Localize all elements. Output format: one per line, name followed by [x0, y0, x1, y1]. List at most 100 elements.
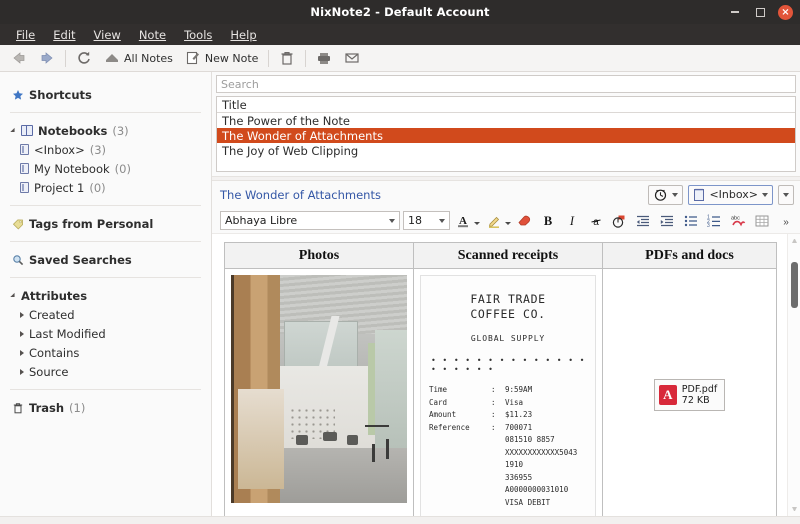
sidebar-item-contains[interactable]: Contains — [0, 343, 211, 362]
note-content-area[interactable]: Photos Scanned receipts PDFs and docs FA… — [212, 234, 800, 516]
insert-table-button[interactable] — [752, 210, 773, 231]
chevron-down-icon[interactable] — [10, 292, 17, 299]
spellcheck-button[interactable]: abc — [728, 210, 749, 231]
sidebar-item-attributes-label: Attributes — [21, 288, 88, 303]
sidebar-item-last-modified[interactable]: Last Modified — [0, 324, 211, 343]
receipt-reference-line-6: VISA DEBIT — [505, 497, 551, 507]
font-color-dropdown[interactable] — [474, 221, 481, 225]
receipt-merchant-line-1: FAIR TRADE — [470, 292, 546, 306]
menu-tools-label: Tools — [184, 27, 213, 42]
italic-button[interactable]: I — [562, 210, 583, 231]
indent-increase-button[interactable] — [657, 210, 678, 231]
notebook-selector-value: <Inbox> — [709, 188, 758, 201]
new-note-button[interactable]: New Note — [180, 47, 264, 70]
chevron-right-icon[interactable] — [20, 349, 24, 356]
overflow-icon: » — [783, 217, 789, 228]
font-family-select[interactable]: Abhaya Libre — [220, 211, 400, 230]
note-vertical-scrollbar[interactable] — [787, 234, 800, 516]
pdf-attachment[interactable]: A PDF.pdf 72 KB — [653, 379, 726, 411]
email-button[interactable] — [339, 47, 365, 70]
reminder-dropdown[interactable] — [648, 184, 684, 205]
scroll-up-arrow-icon[interactable] — [792, 238, 797, 243]
toolbar-overflow-button[interactable]: » — [775, 210, 796, 231]
sidebar-item-source[interactable]: Source — [0, 362, 211, 381]
sidebar-item-created[interactable]: Created — [0, 305, 211, 324]
sidebar-item-shortcuts[interactable]: Shortcuts — [0, 85, 211, 104]
sidebar-item-project-1[interactable]: Project 1 (0) — [0, 178, 211, 197]
note-more-options-button[interactable] — [778, 184, 794, 205]
menu-help[interactable]: Help — [222, 26, 264, 44]
sidebar-item-attributes[interactable]: Attributes — [0, 286, 211, 305]
sidebar-item-inbox[interactable]: <Inbox> (3) — [0, 140, 211, 159]
sidebar-item-trash[interactable]: Trash (1) — [0, 398, 211, 417]
sync-button[interactable] — [71, 47, 97, 70]
forward-button[interactable] — [34, 47, 60, 70]
sidebar-item-notebooks[interactable]: Notebooks (3) — [0, 121, 211, 140]
strikethrough-button[interactable]: a — [585, 210, 606, 231]
indent-decrease-button[interactable] — [633, 210, 654, 231]
bullet-list-button[interactable] — [680, 210, 701, 231]
menu-edit-label: Edit — [53, 27, 76, 42]
menu-view[interactable]: View — [86, 26, 129, 44]
sidebar-item-my-notebook[interactable]: My Notebook (0) — [0, 159, 211, 178]
receipt-field-card-value: Visa — [505, 397, 524, 407]
insert-table-icon — [755, 215, 769, 226]
sidebar-item-saved-searches[interactable]: Saved Searches — [0, 250, 211, 269]
notebook-icon — [693, 188, 705, 202]
close-icon[interactable]: × — [778, 4, 793, 20]
receipt-field-amount: Amount : $11.23 — [429, 409, 587, 422]
note-list-row-0[interactable]: The Power of the Note — [217, 113, 795, 128]
scroll-down-arrow-icon[interactable] — [792, 507, 797, 512]
minimize-icon[interactable] — [728, 5, 742, 19]
highlight-color-dropdown[interactable] — [505, 221, 512, 225]
highlight-color-button[interactable] — [483, 210, 504, 231]
font-family-value: Abhaya Libre — [225, 214, 298, 227]
bold-button[interactable]: B — [538, 210, 559, 231]
chevron-right-icon[interactable] — [20, 311, 24, 318]
menu-tools[interactable]: Tools — [176, 26, 220, 44]
magnifier-icon — [12, 254, 24, 266]
note-list-column-header[interactable]: Title — [217, 97, 795, 113]
receipt-field-card-key: Card — [429, 397, 448, 407]
svg-text:a: a — [593, 217, 599, 228]
todo-checkbox-button[interactable] — [609, 210, 630, 231]
new-note-icon — [185, 50, 201, 66]
pdf-attachment-name: PDF.pdf — [681, 384, 718, 395]
office-lobby-photo[interactable] — [231, 275, 407, 503]
project-1-count: (0) — [89, 180, 106, 195]
maximize-icon[interactable] — [753, 5, 767, 19]
notebook-selector[interactable]: <Inbox> — [688, 184, 773, 205]
all-notes-button[interactable]: All Notes — [99, 47, 178, 70]
note-title[interactable]: The Wonder of Attachments — [220, 188, 643, 202]
menu-note[interactable]: Note — [131, 26, 174, 44]
search-input[interactable] — [216, 75, 796, 93]
chevron-down-icon — [762, 192, 768, 197]
chevron-right-icon[interactable] — [20, 368, 24, 375]
receipt-field-card: Card : Visa — [429, 397, 587, 410]
receipt-field-time: Time : 9:59AM — [429, 384, 587, 397]
photo-green-panel — [368, 343, 376, 435]
scanned-receipt-image[interactable]: FAIR TRADE COFFEE CO. GLOBAL SUPPLY • • … — [420, 275, 596, 516]
chevron-right-icon[interactable] — [20, 330, 24, 337]
receipt-reference-line-3: 1910 — [505, 460, 524, 469]
print-button[interactable] — [311, 47, 337, 70]
note-editor[interactable]: Photos Scanned receipts PDFs and docs FA… — [212, 234, 787, 516]
font-size-select[interactable]: 18 — [402, 211, 450, 230]
inbox-count: (3) — [89, 142, 107, 157]
scrollbar-thumb[interactable] — [791, 262, 798, 308]
italic-icon: I — [569, 214, 575, 228]
photo-stool-leg — [371, 443, 375, 462]
font-color-button[interactable]: A — [453, 210, 474, 231]
menu-file[interactable]: File — [8, 26, 43, 44]
envelope-icon — [344, 50, 360, 66]
delete-note-button[interactable] — [274, 47, 300, 70]
back-button[interactable] — [6, 47, 32, 70]
note-list-row-1[interactable]: The Wonder of Attachments — [217, 128, 795, 143]
erase-format-button[interactable] — [514, 210, 535, 231]
sidebar-item-tags[interactable]: Tags from Personal — [0, 214, 211, 233]
menu-edit[interactable]: Edit — [45, 26, 83, 44]
numbered-list-button[interactable]: 123 — [704, 210, 725, 231]
sync-icon — [76, 50, 92, 66]
note-list-row-2[interactable]: The Joy of Web Clipping — [217, 143, 795, 158]
chevron-down-icon[interactable] — [10, 127, 17, 134]
